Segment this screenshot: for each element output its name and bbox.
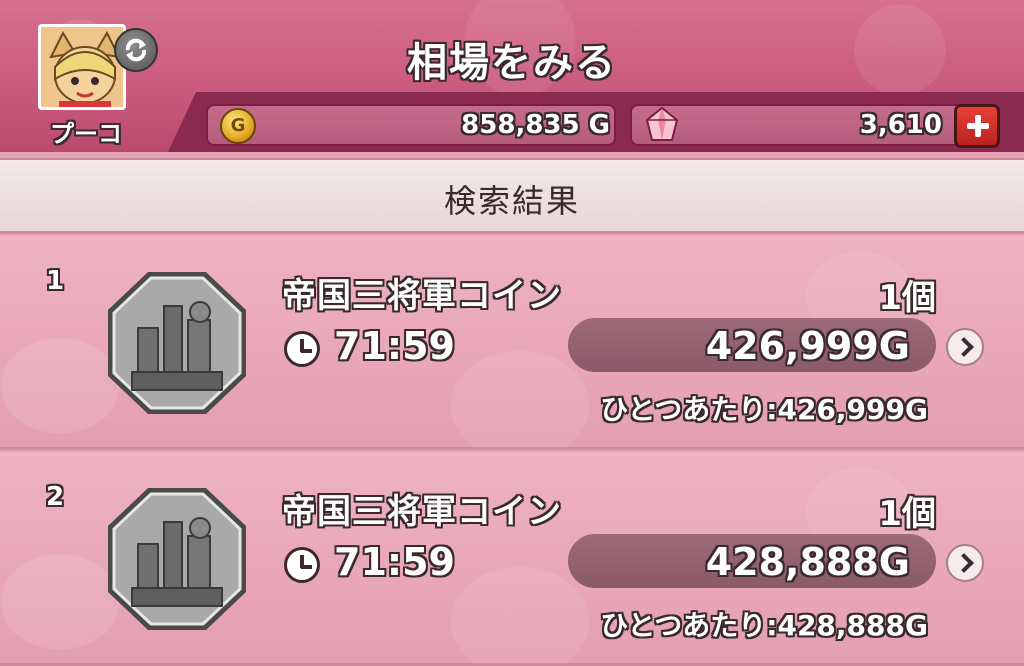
player-name: プーコ [50, 120, 122, 148]
listing-row[interactable]: 2 帝国三将軍コイン 1個 71:59 428,888G ひとつあたり:428,… [0, 452, 1024, 666]
listing-row[interactable]: 1 帝国三将軍コイン 1個 71:59 426,999G ひとつあたり:426,… [0, 236, 1024, 450]
item-name: 帝国三将軍コイン [282, 492, 562, 532]
chevron-right-icon[interactable] [946, 544, 984, 582]
add-gems-button[interactable] [954, 104, 1000, 148]
gem-display [630, 104, 1000, 146]
per-unit-price: ひとつあたり:428,888G [600, 609, 928, 642]
refresh-icon[interactable] [114, 28, 158, 72]
listing-price: 426,999G [705, 324, 910, 368]
item-name: 帝国三将軍コイン [282, 276, 562, 316]
avatar-portrait [41, 27, 123, 107]
clock-icon [284, 547, 320, 583]
time-remaining: 71:59 [334, 324, 455, 368]
item-quantity: 1個 [878, 278, 936, 318]
gold-coin-icon [220, 108, 256, 144]
per-unit-price: ひとつあたり:426,999G [600, 393, 928, 426]
gold-amount: 858,835 G [461, 110, 610, 140]
item-quantity: 1個 [878, 494, 936, 534]
results-title: 検索結果 [443, 182, 580, 220]
gem-amount: 3,610 [859, 110, 942, 140]
clock-icon [284, 331, 320, 367]
coin-item-icon [108, 272, 246, 414]
time-remaining: 71:59 [334, 540, 455, 584]
listing-price: 428,888G [705, 540, 910, 584]
coin-item-icon [108, 488, 246, 630]
listing-rank: 2 [46, 482, 65, 512]
gem-icon [645, 106, 679, 141]
avatar[interactable] [38, 24, 126, 110]
listing-rank: 1 [46, 266, 65, 296]
chevron-right-icon[interactable] [946, 328, 984, 366]
